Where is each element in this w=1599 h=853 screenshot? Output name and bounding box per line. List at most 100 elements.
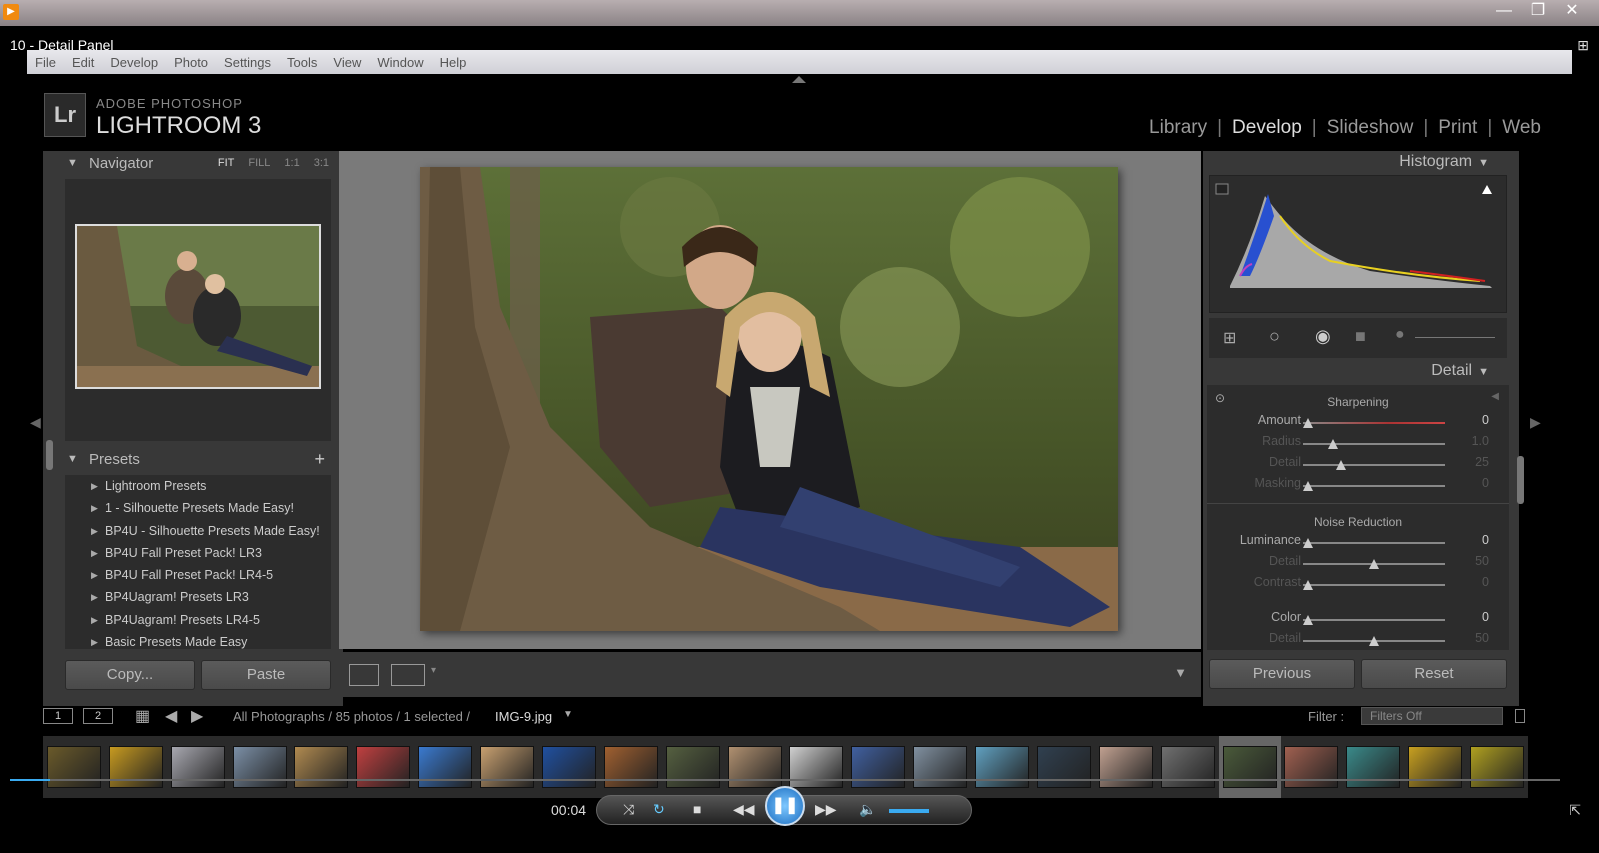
secondary-window-button[interactable]: 2 <box>83 708 113 724</box>
switch-to-now-playing-icon[interactable]: ⇱ <box>1569 802 1581 819</box>
navigator-header[interactable]: ▼ Navigator FIT FILL 1:1 3:1 <box>43 151 343 176</box>
module-web[interactable]: Web <box>1502 117 1541 139</box>
zoom-fill[interactable]: FILL <box>248 151 270 176</box>
before-after-icon[interactable] <box>391 664 425 686</box>
filmstrip-thumbnail[interactable] <box>1157 736 1219 798</box>
minimize-button[interactable]: — <box>1487 0 1521 24</box>
module-slideshow[interactable]: Slideshow <box>1327 117 1414 139</box>
filter-select[interactable]: Filters Off <box>1361 707 1503 725</box>
paste-button[interactable]: Paste <box>201 660 331 690</box>
menu-help[interactable]: Help <box>440 55 467 70</box>
top-panel-toggle-icon[interactable] <box>792 76 806 83</box>
loupe-view-icon[interactable] <box>349 664 379 686</box>
repeat-icon[interactable]: ↻ <box>653 801 665 818</box>
current-filename[interactable]: IMG-9.jpg <box>495 709 552 724</box>
slider-luminance-detail[interactable]: Detail 50 <box>1207 554 1509 574</box>
crop-icon[interactable]: ⊞ <box>1223 328 1236 348</box>
red-eye-icon[interactable]: ◉ <box>1315 326 1331 347</box>
previous-button[interactable]: Previous <box>1209 659 1355 689</box>
pause-button[interactable]: ❚❚ <box>765 786 805 826</box>
menu-view[interactable]: View <box>333 55 361 70</box>
filmstrip-thumbnail[interactable] <box>538 736 600 798</box>
left-panel-scrollbar[interactable] <box>46 440 53 470</box>
switch-to-library-icon[interactable]: ⊞ <box>1577 37 1589 54</box>
module-library[interactable]: Library <box>1149 117 1207 139</box>
slider-track[interactable] <box>1303 422 1445 424</box>
slider-track[interactable] <box>1303 485 1445 487</box>
stop-icon[interactable]: ■ <box>693 801 701 817</box>
source-dropdown-icon[interactable]: ▼ <box>563 709 573 720</box>
preset-folder[interactable]: ▶ BP4Uagram! Presets LR4-5 <box>65 609 331 631</box>
module-print[interactable]: Print <box>1438 117 1477 139</box>
slider-detail[interactable]: Detail 25 <box>1207 455 1509 475</box>
fast-forward-icon[interactable]: ▶▶ <box>815 801 837 818</box>
reset-button[interactable]: Reset <box>1361 659 1507 689</box>
histogram-header[interactable]: Histogram ▼ <box>1399 153 1489 171</box>
menu-tools[interactable]: Tools <box>287 55 317 70</box>
preset-folder[interactable]: ▶ Lightroom Presets <box>65 475 331 497</box>
back-arrow-icon[interactable]: ◀ <box>165 706 177 726</box>
slider-handle[interactable] <box>1369 559 1379 569</box>
grid-view-icon[interactable]: ▦ <box>135 706 150 726</box>
volume-slider[interactable] <box>889 809 929 813</box>
filmstrip-thumbnail[interactable] <box>105 736 167 798</box>
filmstrip-thumbnail[interactable] <box>414 736 476 798</box>
maximize-button[interactable]: ❐ <box>1521 0 1555 24</box>
right-panel-scrollbar[interactable] <box>1517 456 1524 504</box>
slider-track[interactable] <box>1303 584 1445 586</box>
rewind-icon[interactable]: ◀◀ <box>733 801 755 818</box>
menu-settings[interactable]: Settings <box>224 55 271 70</box>
slider-radius[interactable]: Radius 1.0 <box>1207 434 1509 454</box>
presets-header[interactable]: ▼ Presets + <box>43 447 343 472</box>
video-progress-bar[interactable] <box>10 779 1560 781</box>
close-button[interactable]: ✕ <box>1555 0 1589 24</box>
navigator-thumbnail[interactable] <box>75 224 321 389</box>
slider-color[interactable]: Color 0 <box>1207 610 1509 630</box>
menu-window[interactable]: Window <box>377 55 423 70</box>
slider-handle[interactable] <box>1328 439 1338 449</box>
graduated-filter-icon[interactable]: ■ <box>1355 326 1366 347</box>
preset-folder[interactable]: ▶ BP4U - Silhouette Presets Made Easy! <box>65 520 331 542</box>
filmstrip-thumbnail[interactable] <box>847 736 909 798</box>
filmstrip-thumbnail[interactable] <box>167 736 229 798</box>
forward-arrow-icon[interactable]: ▶ <box>191 706 203 726</box>
detail-header[interactable]: Detail ▼ <box>1431 362 1489 380</box>
menu-develop[interactable]: Develop <box>110 55 158 70</box>
filmstrip-thumbnail[interactable] <box>1404 736 1466 798</box>
slider-handle[interactable] <box>1303 615 1313 625</box>
left-panel-toggle-icon[interactable]: ◀ <box>30 414 41 431</box>
filmstrip-thumbnail[interactable] <box>1342 736 1404 798</box>
slider-track[interactable] <box>1303 443 1445 445</box>
shuffle-icon[interactable]: ⤨ <box>623 801 634 818</box>
add-preset-icon[interactable]: + <box>314 447 325 472</box>
filmstrip-thumbnail[interactable] <box>476 736 538 798</box>
volume-icon[interactable]: 🔈 <box>859 801 876 818</box>
slider-track[interactable] <box>1303 619 1445 621</box>
slider-handle[interactable] <box>1336 460 1346 470</box>
filmstrip-thumbnail[interactable] <box>1466 736 1528 798</box>
source-path[interactable]: All Photographs / 85 photos / 1 selected… <box>233 709 470 724</box>
slider-track[interactable] <box>1303 542 1445 544</box>
slider-handle[interactable] <box>1369 636 1379 646</box>
before-after-dropdown-icon[interactable]: ▾ <box>431 665 436 676</box>
filmstrip-thumbnail[interactable] <box>600 736 662 798</box>
slider-color-detail[interactable]: Detail 50 <box>1207 631 1509 651</box>
menu-edit[interactable]: Edit <box>72 55 94 70</box>
filter-lock-icon[interactable] <box>1515 709 1525 723</box>
filmstrip-thumbnail[interactable] <box>971 736 1033 798</box>
slider-luminance[interactable]: Luminance 0 <box>1207 533 1509 553</box>
zoom-3-1[interactable]: 3:1 <box>314 151 329 176</box>
right-panel-toggle-icon[interactable]: ▶ <box>1530 414 1541 431</box>
slider-contrast[interactable]: Contrast 0 <box>1207 575 1509 595</box>
filmstrip-thumbnail[interactable] <box>662 736 724 798</box>
filmstrip-thumbnail[interactable] <box>1281 736 1343 798</box>
zoom-fit[interactable]: FIT <box>218 151 235 176</box>
toolbar-menu-icon[interactable]: ▼ <box>1174 665 1187 680</box>
slider-masking[interactable]: Masking 0 <box>1207 476 1509 496</box>
adjustment-brush-icon[interactable]: ● <box>1395 326 1405 344</box>
slider-handle[interactable] <box>1303 538 1313 548</box>
brush-slider[interactable] <box>1415 337 1495 338</box>
slider-handle[interactable] <box>1303 481 1313 491</box>
filmstrip-thumbnail[interactable] <box>1218 736 1281 798</box>
preset-folder[interactable]: ▶ BP4Uagram! Presets LR3 <box>65 586 331 608</box>
